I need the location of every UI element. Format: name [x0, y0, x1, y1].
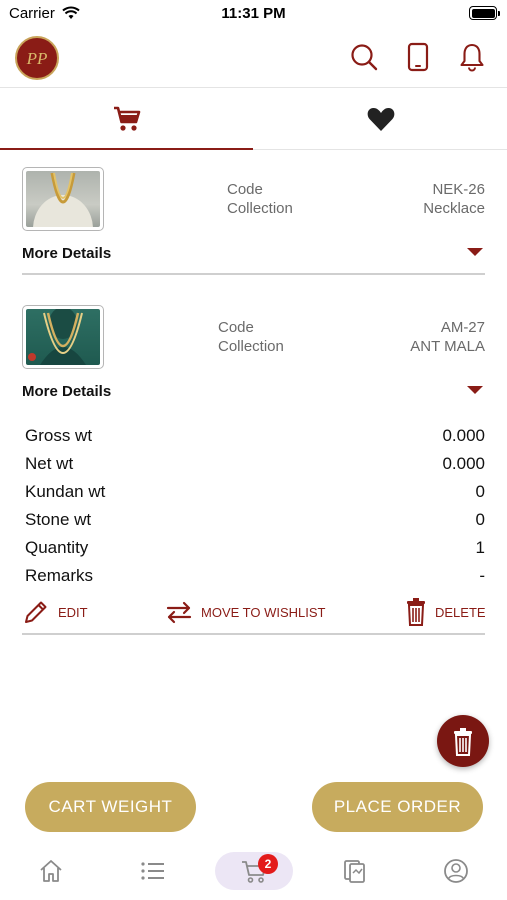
code-label: Code — [218, 319, 254, 336]
product-thumbnail[interactable] — [22, 305, 104, 369]
detail-label: Gross wt — [25, 426, 93, 445]
detail-value: 1 — [475, 538, 485, 557]
clear-cart-button[interactable] — [437, 715, 489, 767]
detail-label: Quantity — [25, 538, 89, 557]
detail-label: Net wt — [25, 454, 74, 473]
tab-wishlist[interactable] — [254, 88, 507, 150]
clock: 11:31 PM — [221, 5, 286, 22]
trash-icon — [454, 728, 472, 756]
detail-label: Remarks — [25, 566, 94, 585]
meta-values: NEK-26 Necklace — [423, 180, 485, 218]
home-icon — [40, 860, 62, 882]
profile-icon — [444, 859, 468, 883]
cart-icon — [114, 106, 141, 131]
chevron-down-icon[interactable] — [467, 248, 483, 256]
meta-labels: Code Collection — [227, 180, 293, 218]
search-icon[interactable] — [349, 42, 379, 72]
cart-weight-button[interactable]: CART WEIGHT — [25, 782, 196, 832]
swap-arrows-icon — [166, 601, 192, 624]
move-to-wishlist-label: MOVE TO WISHLIST — [201, 604, 326, 620]
detail-label: Kundan wt — [25, 482, 106, 501]
edit-label: EDIT — [58, 604, 88, 620]
meta-labels: Code Collection — [218, 318, 284, 356]
collection-label: Collection — [218, 338, 284, 355]
collection-value: ANT MALA — [410, 338, 485, 355]
detail-row: Gross wt 0.000 — [25, 423, 485, 451]
nav-cart[interactable]: 2 — [215, 852, 293, 890]
meta-values: AM-27 ANT MALA — [410, 318, 485, 356]
cart-item: Code Collection NEK-26 Necklace More Det… — [22, 167, 485, 277]
collection-label: Collection — [227, 200, 293, 217]
divider — [22, 633, 485, 635]
cart-item: Code Collection AM-27 ANT MALA More Deta… — [22, 305, 486, 640]
tab-bar — [0, 88, 507, 150]
trash-icon — [407, 598, 425, 626]
cart-badge: 2 — [258, 854, 278, 874]
detail-row: Remarks - — [25, 563, 485, 591]
app-header: PP — [0, 30, 507, 88]
bottom-nav: 2 — [0, 845, 507, 900]
nav-home[interactable] — [12, 852, 90, 890]
item-actions: EDIT MOVE TO WISHLIST DELETE — [22, 595, 486, 629]
detail-row: Stone wt 0 — [25, 507, 485, 535]
battery-icon — [469, 6, 500, 20]
bell-icon[interactable] — [458, 42, 486, 72]
detail-value: - — [479, 566, 485, 585]
edit-button[interactable]: EDIT — [22, 595, 88, 629]
detail-row: Net wt 0.000 — [25, 451, 485, 479]
mala-image — [26, 309, 100, 365]
necklace-image — [26, 171, 100, 227]
delete-label: DELETE — [435, 604, 486, 620]
move-to-wishlist-button[interactable]: MOVE TO WISHLIST — [165, 595, 325, 629]
place-order-button[interactable]: PLACE ORDER — [312, 782, 483, 832]
more-details-toggle[interactable]: More Details — [22, 245, 111, 262]
catalog-icon — [344, 860, 365, 883]
nav-list[interactable] — [114, 852, 192, 890]
detail-label: Stone wt — [25, 510, 92, 529]
phone-icon[interactable] — [406, 42, 430, 72]
nav-profile[interactable] — [417, 852, 495, 890]
more-details-toggle[interactable]: More Details — [22, 383, 111, 400]
detail-value: 0.000 — [442, 454, 485, 473]
code-value: NEK-26 — [432, 181, 485, 198]
status-bar: Carrier 11:31 PM — [0, 0, 507, 30]
detail-value: 0.000 — [442, 426, 485, 445]
heart-icon — [367, 108, 395, 131]
list-icon — [141, 862, 164, 880]
detail-row: Kundan wt 0 — [25, 479, 485, 507]
brand-logo[interactable]: PP — [15, 36, 59, 80]
detail-value: 0 — [475, 510, 485, 529]
code-value: AM-27 — [440, 319, 485, 336]
logo-mark: PP — [26, 49, 48, 68]
product-thumbnail[interactable] — [22, 167, 104, 231]
chevron-down-icon[interactable] — [467, 386, 483, 394]
detail-value: 0 — [475, 482, 485, 501]
code-label: Code — [227, 181, 263, 198]
tab-cart[interactable] — [0, 88, 253, 150]
item-details: Gross wt 0.000 Net wt 0.000 Kundan wt 0 … — [25, 423, 485, 591]
detail-row: Quantity 1 — [25, 535, 485, 563]
nav-catalog[interactable] — [316, 852, 394, 890]
logo-text: PP — [26, 49, 48, 68]
collection-value: Necklace — [423, 200, 485, 217]
pencil-icon — [25, 601, 47, 623]
delete-button[interactable]: DELETE — [405, 595, 486, 629]
divider — [22, 273, 485, 275]
